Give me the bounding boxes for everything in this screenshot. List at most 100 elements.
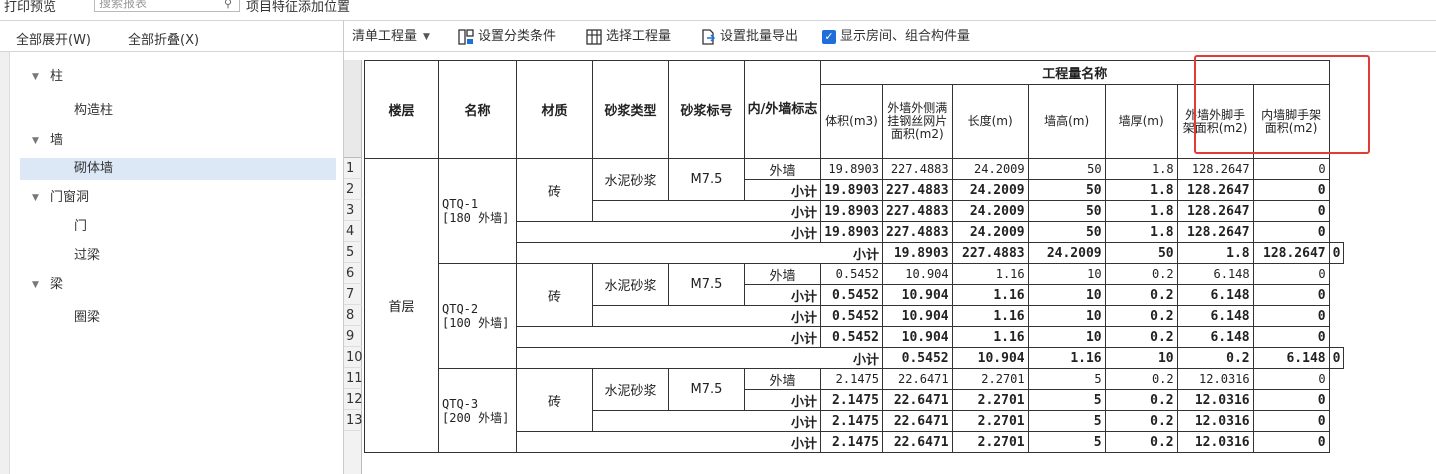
value-cell[interactable]: 0 bbox=[1252, 410, 1330, 432]
value-cell[interactable]: 12.0316 bbox=[1176, 368, 1254, 390]
mortar-grade-cell[interactable]: M7.5 bbox=[668, 368, 745, 411]
value-cell[interactable]: 0 bbox=[1252, 221, 1330, 243]
tree-node-construction-column[interactable]: 构造柱 bbox=[20, 100, 336, 122]
header-ext-scaffold[interactable]: 外墙外脚手架面积(m2) bbox=[1176, 84, 1254, 159]
value-cell[interactable]: 0.2 bbox=[1104, 410, 1178, 432]
value-cell[interactable]: 5 bbox=[1027, 389, 1106, 411]
value-cell[interactable]: 2.2701 bbox=[951, 389, 1029, 411]
value-cell[interactable]: 0.5452 bbox=[820, 284, 883, 306]
batch-export-button[interactable]: 设置批量导出 bbox=[700, 21, 798, 53]
value-cell[interactable]: 10 bbox=[1027, 305, 1106, 327]
subtotal-cell[interactable]: 小计 bbox=[516, 221, 821, 243]
value-cell[interactable]: 10 bbox=[1027, 326, 1106, 348]
value-cell[interactable]: 5 bbox=[1027, 368, 1106, 390]
tree-node-beam[interactable]: ▼ 梁 bbox=[20, 274, 336, 296]
wall-flag-cell[interactable]: 外墙 bbox=[744, 158, 821, 180]
value-cell[interactable]: 6.148 bbox=[1176, 305, 1254, 327]
name-cell[interactable]: QTQ-1 [180 外墙] bbox=[438, 158, 517, 264]
value-cell[interactable]: 50 bbox=[1104, 242, 1178, 264]
subtotal-cell[interactable]: 小计 bbox=[516, 347, 883, 369]
value-cell[interactable]: 0.2 bbox=[1104, 284, 1178, 306]
value-cell[interactable]: 22.6471 bbox=[882, 431, 953, 453]
header-mortar-type[interactable]: 砂浆类型 bbox=[592, 60, 669, 159]
caret-down-icon[interactable]: ▼ bbox=[32, 66, 39, 88]
value-cell[interactable]: 2.1475 bbox=[820, 431, 883, 453]
value-cell[interactable]: 22.6471 bbox=[882, 410, 953, 432]
value-cell[interactable]: 50 bbox=[1027, 200, 1106, 222]
subtotal-cell[interactable]: 小计 bbox=[744, 179, 821, 201]
value-cell[interactable]: 10 bbox=[1027, 263, 1106, 285]
value-cell[interactable]: 6.148 bbox=[1176, 263, 1254, 285]
value-cell[interactable]: 0 bbox=[1252, 305, 1330, 327]
value-cell[interactable]: 22.6471 bbox=[882, 368, 953, 390]
value-cell[interactable]: 0.2 bbox=[1176, 347, 1254, 369]
value-cell[interactable]: 0.5452 bbox=[820, 305, 883, 327]
mortar-grade-cell[interactable]: M7.5 bbox=[668, 263, 745, 306]
header-mesh-area[interactable]: 外墙外侧满挂钢丝网片面积(m2) bbox=[882, 84, 953, 159]
value-cell[interactable]: 0 bbox=[1252, 263, 1330, 285]
value-cell[interactable]: 0 bbox=[1252, 431, 1330, 453]
value-cell[interactable]: 2.2701 bbox=[951, 368, 1029, 390]
value-cell[interactable]: 10.904 bbox=[951, 347, 1029, 369]
value-cell[interactable]: 12.0316 bbox=[1176, 410, 1254, 432]
row-number[interactable]: 2 bbox=[344, 179, 362, 200]
row-number[interactable]: 9 bbox=[344, 326, 362, 347]
value-cell[interactable]: 2.2701 bbox=[951, 431, 1029, 453]
material-cell[interactable]: 砖 bbox=[516, 263, 593, 327]
wall-flag-cell[interactable]: 外墙 bbox=[744, 263, 821, 285]
value-cell[interactable]: 0 bbox=[1328, 347, 1345, 369]
row-number[interactable]: 8 bbox=[344, 305, 362, 326]
collapse-all-button[interactable]: 全部折叠(X) bbox=[128, 29, 199, 48]
row-number[interactable]: 4 bbox=[344, 221, 362, 242]
value-cell[interactable]: 24.2009 bbox=[1027, 242, 1106, 264]
value-cell[interactable]: 50 bbox=[1027, 179, 1106, 201]
caret-down-icon[interactable]: ▼ bbox=[32, 187, 39, 209]
mortar-type-cell[interactable]: 水泥砂浆 bbox=[592, 368, 669, 411]
header-volume[interactable]: 体积(m3) bbox=[820, 84, 883, 159]
report-search-input[interactable]: 搜索报表 bbox=[94, 0, 240, 12]
value-cell[interactable]: 227.4883 bbox=[882, 158, 953, 180]
search-icon[interactable]: ⚲ bbox=[224, 0, 232, 10]
value-cell[interactable]: 50 bbox=[1027, 158, 1106, 180]
value-cell[interactable]: 10.904 bbox=[882, 305, 953, 327]
floor-cell[interactable]: 首层 bbox=[364, 158, 439, 453]
table-row[interactable]: QTQ-3 [200 外墙] 砖水泥砂浆 M7.5 外墙 2.1475 22.6471 2.… bbox=[365, 368, 1344, 453]
value-cell[interactable]: 0.2 bbox=[1104, 389, 1178, 411]
checkbox-checked-icon[interactable]: ✓ bbox=[822, 30, 836, 44]
grid-corner[interactable] bbox=[344, 60, 362, 158]
subtotal-cell[interactable]: 小计 bbox=[592, 200, 821, 222]
value-cell[interactable]: 6.148 bbox=[1176, 284, 1254, 306]
value-cell[interactable]: 19.8903 bbox=[882, 242, 953, 264]
value-cell[interactable]: 227.4883 bbox=[882, 179, 953, 201]
quantity-type-select[interactable]: 清单工程量 ▼ bbox=[352, 21, 430, 53]
material-cell[interactable]: 砖 bbox=[516, 158, 593, 222]
value-cell[interactable]: 10 bbox=[1104, 347, 1178, 369]
value-cell[interactable]: 1.16 bbox=[951, 326, 1029, 348]
name-cell[interactable]: QTQ-3 [200 外墙] bbox=[438, 368, 517, 453]
header-material[interactable]: 材质 bbox=[516, 60, 593, 159]
subtotal-cell[interactable]: 小计 bbox=[516, 431, 821, 453]
value-cell[interactable]: 0 bbox=[1252, 179, 1330, 201]
row-number[interactable]: 13 bbox=[344, 410, 363, 431]
header-mortar-grade[interactable]: 砂浆标号 bbox=[668, 60, 745, 159]
value-cell[interactable]: 128.2647 bbox=[1176, 221, 1254, 243]
caret-down-icon[interactable]: ▼ bbox=[32, 274, 39, 296]
value-cell[interactable]: 24.2009 bbox=[951, 179, 1029, 201]
value-cell[interactable]: 0 bbox=[1252, 284, 1330, 306]
value-cell[interactable]: 227.4883 bbox=[882, 200, 953, 222]
value-cell[interactable]: 12.0316 bbox=[1176, 431, 1254, 453]
value-cell[interactable]: 1.8 bbox=[1176, 242, 1254, 264]
row-number[interactable]: 5 bbox=[344, 242, 362, 263]
row-number[interactable]: 11 bbox=[344, 368, 363, 389]
row-number[interactable]: 12 bbox=[344, 389, 363, 410]
select-quantity-button[interactable]: 选择工程量 bbox=[586, 21, 671, 53]
value-cell[interactable]: 22.6471 bbox=[882, 389, 953, 411]
row-number[interactable]: 3 bbox=[344, 200, 362, 221]
value-cell[interactable]: 128.2647 bbox=[1176, 158, 1254, 180]
value-cell[interactable]: 0.2 bbox=[1104, 305, 1178, 327]
value-cell[interactable]: 2.1475 bbox=[820, 410, 883, 432]
value-cell[interactable]: 1.16 bbox=[951, 305, 1029, 327]
value-cell[interactable]: 0 bbox=[1252, 200, 1330, 222]
tree-node-lintel[interactable]: 过梁 bbox=[20, 245, 336, 267]
subtotal-cell[interactable]: 小计 bbox=[744, 284, 821, 306]
